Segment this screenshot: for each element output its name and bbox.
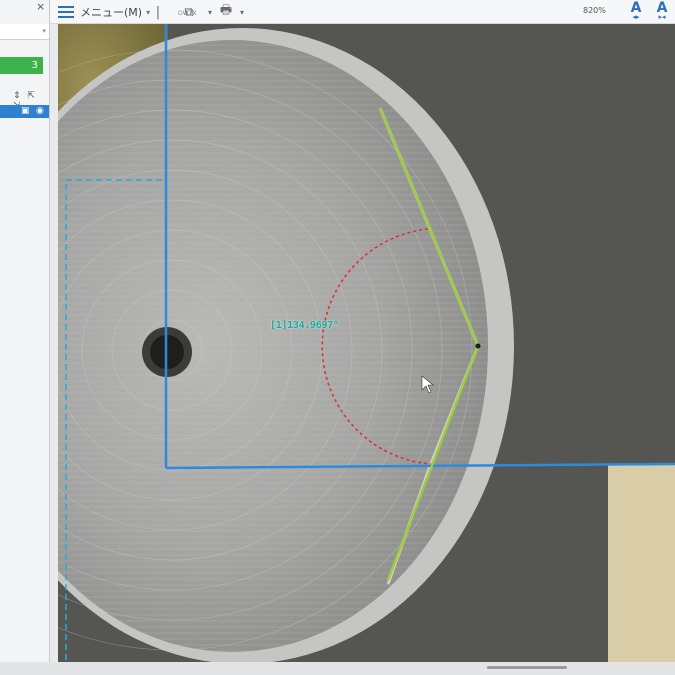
copy-image-icon[interactable]: ⧉ [178,2,200,22]
vertex-point[interactable] [475,343,481,349]
status-bar [0,662,675,675]
close-icon[interactable]: × [36,0,45,13]
measurement-canvas[interactable] [58,24,675,675]
divider-icon: | [155,4,161,20]
toolbar: メニュー(M) ▾ | OWTX ⧉ ▾ 🖶 ▾ 820% A ◂▸ A ▸◂ [0,0,675,24]
list-item-selected[interactable]: ▣ ◉ [0,105,49,118]
beige-region [608,464,675,664]
chevron-down-icon: ▾ [42,27,46,35]
panel-select[interactable]: ▾ [0,24,49,40]
angle-measurement-label[interactable]: [1]134.9697° [270,320,339,331]
fit-zoom-out-icon[interactable]: A ▸◂ [652,0,672,22]
layer-icon[interactable]: ▣ [21,106,30,116]
chevron-down-icon[interactable]: ▾ [237,2,247,22]
image-viewer[interactable]: [1]134.9697° [58,24,675,675]
menu-label: メニュー(M) [80,6,143,19]
hamburger-icon [58,5,74,19]
count-badge: 3 [0,57,43,74]
menu-button[interactable]: メニュー(M) ▾ [58,2,150,22]
fit-zoom-in-icon[interactable]: A ◂▸ [626,0,646,22]
eye-icon[interactable]: ◉ [36,106,44,116]
chevron-down-icon[interactable]: ▾ [205,2,215,22]
zoom-level: 820% [583,6,606,15]
left-panel: × ▾ 3 ⇕ ⇱ ⇲ ▣ ◉ [0,0,50,675]
print-icon[interactable]: 🖶 [215,2,237,22]
horizontal-scrollbar[interactable] [487,666,567,669]
